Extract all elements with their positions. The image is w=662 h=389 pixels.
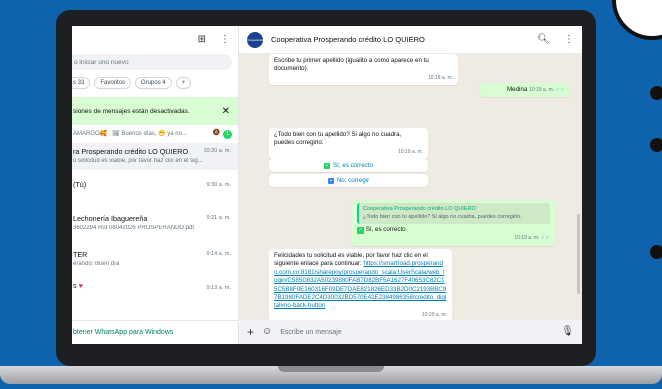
chip-unread[interactable]: s 33 <box>72 77 91 89</box>
plus-icon[interactable]: + <box>247 326 254 338</box>
chat-list-pane: ⊞ ⋮ o iniciar uno nuevo s 33 Favoritos G… <box>72 26 239 344</box>
notification-banner: siones de mensajes están desactivadas. ✕ <box>72 97 238 125</box>
banner-text: siones de mensajes están desactivadas. <box>73 107 190 115</box>
message-bubble: Medina 10:19 a. m. ✓✓ <box>480 83 570 98</box>
get-whatsapp-label: btener WhatsApp para Windows <box>73 329 174 336</box>
message-text: Medina <box>507 86 528 93</box>
quoted-author: Cooperativa Prosperando crédito LO QUIER… <box>363 206 476 212</box>
chat-snippet: erando: Buen día <box>73 261 120 267</box>
chat-snippet: AMARGO🥰 : 🖼 Buenos días, 😁 ya no... <box>73 131 187 137</box>
list-item[interactable]: ra Prosperando crédito LO QUIERO u solic… <box>72 143 238 170</box>
sticker-icon[interactable]: ☺ <box>262 327 272 337</box>
muted-icon: 🔕 <box>212 130 220 136</box>
message-list: Escribe tu primer apellido (igualito a c… <box>239 54 582 320</box>
get-whatsapp-link[interactable]: btener WhatsApp para Windows <box>72 320 238 344</box>
decorative-bullet <box>650 138 662 152</box>
message-bubble: Cooperativa Prosperando crédito LO QUIER… <box>352 200 555 246</box>
check-box-icon: ✓ <box>357 226 364 234</box>
message-time: 10:19 a. m. <box>529 87 555 93</box>
message-bubble: Escribe tu primer apellido (igualito a c… <box>269 54 458 86</box>
message-text: ¿Todo bien con tu apellido? Si algo no c… <box>274 131 402 147</box>
scrollbar[interactable] <box>577 214 580 294</box>
search-icon[interactable]: 🔍︎ <box>537 34 550 45</box>
chat-list-toolbar: ⊞ ⋮ <box>72 26 238 54</box>
search-placeholder: o iniciar uno nuevo <box>74 58 129 66</box>
menu-icon[interactable]: ⋮ <box>220 35 230 45</box>
filter-chips: s 33 Favoritos Grupos 4 + <box>72 76 238 90</box>
chat-time: 9:13 a. m. <box>206 285 231 291</box>
chat-time: 9:14 a. m. <box>206 251 231 257</box>
message-composer: + ☺ Escribe un mensaje 🎙︎ <box>239 320 582 344</box>
heart-icon: ♥ <box>78 281 83 290</box>
reply-button-label: Sí, es correcto <box>333 162 373 169</box>
quoted-text: ¿Todo bien con tu apellido? Si algo no c… <box>363 214 522 221</box>
chat-snippet: u solicitud es viable, por favor haz cli… <box>73 158 203 164</box>
quoted-message[interactable]: Cooperativa Prosperando crédito LO QUIER… <box>357 203 550 224</box>
chip-groups[interactable]: Grupos 4 <box>135 77 172 89</box>
microphone-icon[interactable]: 🎙︎ <box>561 327 574 337</box>
reply-button-no[interactable]: ▪ No, corregir <box>269 174 428 187</box>
conversation-header[interactable]: Prosperando Cooperativa Prosperando créd… <box>239 26 582 54</box>
chat-time: 9:30 a. m. <box>206 182 231 188</box>
message-time: 10:19 a. m. <box>397 148 423 155</box>
menu-icon[interactable]: ⋮ <box>564 34 574 45</box>
list-item[interactable]: Lechonería Ibaguereña 3602294 Rut 060420… <box>72 206 238 242</box>
conversation-title: Cooperativa Prosperando crédito LO QUIER… <box>271 35 425 44</box>
check-box-icon: ✓ <box>324 162 331 169</box>
list-item[interactable]: AMARGO🥰 : 🖼 Buenos días, 😁 ya no... 🔕 1 <box>72 125 238 143</box>
message-text: Escribe tu primer apellido (igualito a c… <box>274 57 429 73</box>
chat-snippet: 3602294 Rut 06042026 PROSPERANDO.pdf <box>73 225 195 231</box>
laptop-notch <box>278 366 384 372</box>
chat-name: s <box>73 281 77 290</box>
add-filter-button[interactable]: + <box>175 77 192 89</box>
close-icon[interactable]: ✕ <box>222 106 230 117</box>
unread-badge: 1 <box>223 130 232 139</box>
message-time: 10:19 a. m. <box>514 235 540 242</box>
avatar-text: Prosperando <box>246 37 264 42</box>
message-time: 10:18 a. m. <box>427 74 453 81</box>
message-input[interactable]: Escribe un mensaje <box>280 329 553 336</box>
decorative-bullet <box>650 245 662 259</box>
chat-time: 9:21 a. m. <box>206 215 231 221</box>
double-check-icon: ✓✓ <box>555 87 565 93</box>
new-chat-icon[interactable]: ⊞ <box>198 35 206 45</box>
search-input[interactable]: o iniciar uno nuevo <box>72 54 232 70</box>
message-bubble: Felicidades tu solicitud es viable, por … <box>269 249 452 320</box>
list-item[interactable]: (Tú) 9:30 a. m. <box>72 170 238 206</box>
laptop-frame: ⊞ ⋮ o iniciar uno nuevo s 33 Favoritos G… <box>56 10 596 366</box>
reply-button-yes[interactable]: ✓ Sí, es correcto <box>269 159 428 172</box>
message-link[interactable]: https://smartroad.prosperando.com.co:818… <box>274 260 446 309</box>
whatsapp-window: ⊞ ⋮ o iniciar uno nuevo s 33 Favoritos G… <box>72 26 582 344</box>
message-text: Sí, es correcto <box>365 225 406 233</box>
square-icon: ▪ <box>327 177 334 184</box>
conversation-pane: Prosperando Cooperativa Prosperando créd… <box>239 26 582 344</box>
message-time: 10:20 a. m. <box>421 311 447 318</box>
decorative-circle <box>612 0 662 40</box>
list-item[interactable]: TER erando: Buen día 9:14 a. m. <box>72 242 238 276</box>
chat-time: 10:20 a. m. <box>203 148 231 154</box>
list-item[interactable]: s ♥ 9:13 a. m. <box>72 276 238 298</box>
decorative-bullet <box>650 86 662 100</box>
message-bubble: ¿Todo bien con tu apellido? Si algo no c… <box>269 128 428 160</box>
double-check-icon: ✓✓ <box>540 235 550 242</box>
avatar[interactable]: Prosperando <box>246 31 264 48</box>
chip-favorites[interactable]: Favoritos <box>94 77 132 89</box>
reply-button-label: No, corregir <box>336 177 370 184</box>
